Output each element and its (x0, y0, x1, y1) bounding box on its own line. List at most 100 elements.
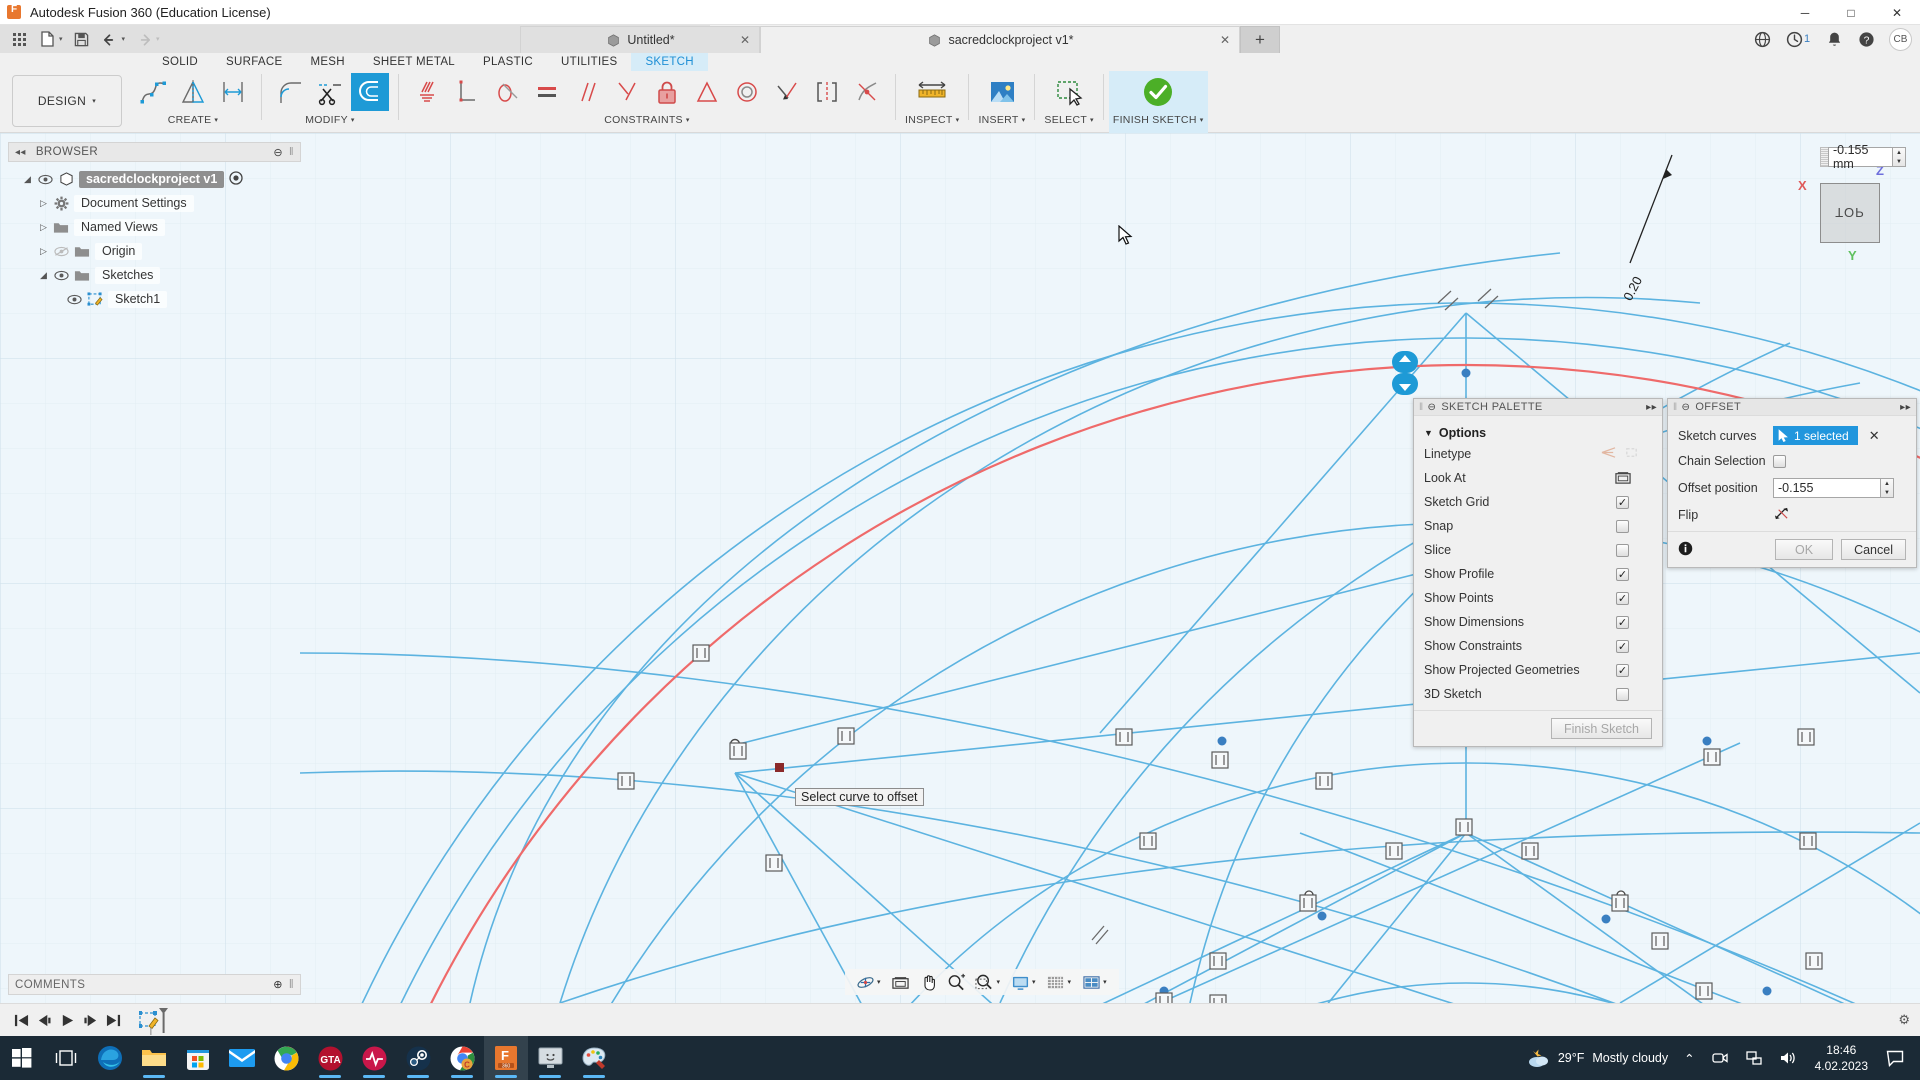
perpendicular-constraint-icon[interactable] (448, 73, 486, 111)
show-projected-geometries-checkbox[interactable]: ✓ (1616, 664, 1629, 677)
spinner-down-icon[interactable]: ▼ (1893, 157, 1905, 166)
tray-expand-button[interactable]: ⌃ (1678, 1036, 1700, 1080)
spinner-down-icon[interactable]: ▼ (1881, 488, 1893, 497)
3d-sketch-checkbox[interactable] (1616, 688, 1629, 701)
sketch-palette-row-show-projected-geometries[interactable]: Show Projected Geometries ✓ (1414, 658, 1662, 682)
minimize-button[interactable]: ─ (1782, 0, 1828, 25)
notification-bell-icon[interactable] (1819, 26, 1849, 52)
undo-icon[interactable] (97, 27, 123, 51)
ribbon-tab-surface[interactable]: SURFACE (212, 53, 296, 71)
network-tray-icon[interactable] (1739, 1036, 1769, 1080)
steam-icon[interactable] (396, 1036, 440, 1080)
sketch-palette-row-3d-sketch[interactable]: 3D Sketch (1414, 682, 1662, 706)
fusion360-icon[interactable]: F360 (484, 1036, 528, 1080)
finish-sketch-button[interactable]: Finish Sketch (1551, 718, 1652, 739)
timeline-feature-sketch1[interactable] (139, 1006, 169, 1034)
save-icon[interactable] (69, 27, 95, 51)
document-tab-close-icon[interactable]: ✕ (740, 33, 750, 47)
ribbon-tab-sheet-metal[interactable]: SHEET METAL (359, 53, 469, 71)
start-button[interactable] (0, 1036, 44, 1080)
expand-arrow-icon[interactable]: ◢ (36, 270, 51, 281)
chevron-down-icon[interactable]: ▾ (1032, 978, 1036, 986)
weather-widget[interactable]: 29°F Mostly cloudy (1519, 1036, 1674, 1080)
action-center-icon[interactable] (1880, 1036, 1910, 1080)
finish-sketch-tool-icon[interactable] (1139, 73, 1177, 111)
help-icon[interactable]: ? (1851, 26, 1881, 52)
show-points-checkbox[interactable]: ✓ (1616, 592, 1629, 605)
look-at-icon[interactable] (1614, 469, 1632, 488)
close-button[interactable]: ✕ (1874, 0, 1920, 25)
grid-snaps-icon[interactable] (1045, 971, 1067, 993)
slice-checkbox[interactable] (1616, 544, 1629, 557)
linetype-construction-icon[interactable] (1623, 445, 1640, 463)
expand-arrow-icon[interactable]: ▷ (36, 246, 51, 257)
pan-icon[interactable] (918, 971, 940, 993)
ribbon-group-finish-sketch[interactable]: FINISH SKETCH ▾ (1109, 71, 1208, 133)
visibility-eye-off-icon[interactable] (51, 246, 72, 257)
job-status-icon[interactable]: 1 (1779, 26, 1817, 52)
file-explorer-icon[interactable] (132, 1036, 176, 1080)
chevron-down-icon[interactable]: ▾ (1200, 116, 1204, 124)
timeline-settings-icon[interactable]: ⚙ (1898, 1012, 1910, 1028)
ribbon-tab-plastic[interactable]: PLASTIC (469, 53, 547, 71)
undo-caret[interactable]: ▾ (122, 35, 126, 43)
sketch-palette-row-snap[interactable]: Snap (1414, 514, 1662, 538)
chrome-icon[interactable] (264, 1036, 308, 1080)
zoom-window-icon[interactable] (974, 971, 996, 993)
cancel-button[interactable]: Cancel (1841, 539, 1906, 560)
microsoft-store-icon[interactable] (176, 1036, 220, 1080)
mail-icon[interactable] (220, 1036, 264, 1080)
inline-offset-spinner[interactable]: ▲ ▼ (1893, 147, 1906, 167)
sketch-palette-dialog[interactable]: ‖ ⊖ SKETCH PALETTE ▸▸ ▼ Options Linetype… (1413, 398, 1663, 747)
chain-selection-checkbox[interactable] (1773, 455, 1786, 468)
paint-icon[interactable] (572, 1036, 616, 1080)
camera-tray-icon[interactable] (1705, 1036, 1735, 1080)
offset-dialog-header[interactable]: ‖ ⊖ OFFSET ▸▸ (1668, 399, 1916, 416)
chevron-down-icon[interactable]: ▾ (686, 116, 690, 124)
chevron-down-icon[interactable]: ▾ (1022, 116, 1026, 124)
chevron-down-icon[interactable]: ▾ (1090, 116, 1094, 124)
dialog-grip-icon[interactable]: ‖ (1673, 402, 1678, 413)
sketch-palette-row-show-profile[interactable]: Show Profile ✓ (1414, 562, 1662, 586)
spinner-up-icon[interactable]: ▲ (1893, 148, 1905, 157)
zoom-icon[interactable] (946, 971, 968, 993)
sketch-palette-row-show-points[interactable]: Show Points ✓ (1414, 586, 1662, 610)
play-button[interactable] (56, 1008, 79, 1032)
design-workspace[interactable]: 0.20 0.10 Sketch Arc Select curve to off… (0, 133, 1920, 1003)
ribbon-tab-solid[interactable]: SOLID (148, 53, 212, 71)
spline-tool-icon[interactable] (134, 73, 172, 111)
new-tab-button[interactable]: + (1240, 26, 1280, 53)
offset-position-spinner[interactable]: ▲ ▼ (1881, 478, 1894, 498)
sketch-palette-row-show-dimensions[interactable]: Show Dimensions ✓ (1414, 610, 1662, 634)
inline-offset-value-field[interactable]: -0.155 mm ▲ ▼ (1820, 147, 1906, 167)
fillet-tool-icon[interactable] (271, 73, 309, 111)
expand-arrow-icon[interactable]: ▷ (36, 198, 51, 209)
maximize-button[interactable]: □ (1828, 0, 1874, 25)
chevron-down-icon[interactable]: ▾ (1103, 978, 1107, 986)
document-tab-sacredclockproject[interactable]: sacredclockproject v1* ✕ (760, 26, 1240, 53)
symmetry-constraint-icon[interactable] (808, 73, 846, 111)
heart-monitor-icon[interactable] (352, 1036, 396, 1080)
zoom-button[interactable] (943, 969, 971, 995)
chrome-canary-icon[interactable]: C (440, 1036, 484, 1080)
midpoint-constraint-icon[interactable] (848, 73, 886, 111)
target-icon[interactable] (229, 171, 243, 188)
sketch-grid-checkbox[interactable]: ✓ (1616, 496, 1629, 509)
flip-icon[interactable] (1773, 506, 1790, 524)
visibility-eye-icon[interactable] (35, 174, 56, 185)
sketch-palette-row-show-constraints[interactable]: Show Constraints ✓ (1414, 634, 1662, 658)
look-at-icon[interactable] (890, 971, 912, 993)
show-dimensions-checkbox[interactable]: ✓ (1616, 616, 1629, 629)
dialog-minimize-icon[interactable]: ⊖ (1428, 402, 1437, 413)
visibility-eye-icon[interactable] (64, 294, 85, 305)
curvature-constraint-icon[interactable] (488, 73, 526, 111)
show-profile-checkbox[interactable]: ✓ (1616, 568, 1629, 581)
measure-tool-icon[interactable] (913, 73, 951, 111)
pan-button[interactable] (915, 969, 943, 995)
ribbon-tab-sketch[interactable]: SKETCH (631, 53, 707, 71)
browser-grip-icon[interactable]: ‖ (289, 146, 294, 158)
offset-row-chain-selection[interactable]: Chain Selection (1668, 449, 1916, 473)
document-tab-untitled[interactable]: Untitled* ✕ (520, 26, 760, 53)
concentric-constraint-icon[interactable] (728, 73, 766, 111)
remote-desktop-icon[interactable] (528, 1036, 572, 1080)
